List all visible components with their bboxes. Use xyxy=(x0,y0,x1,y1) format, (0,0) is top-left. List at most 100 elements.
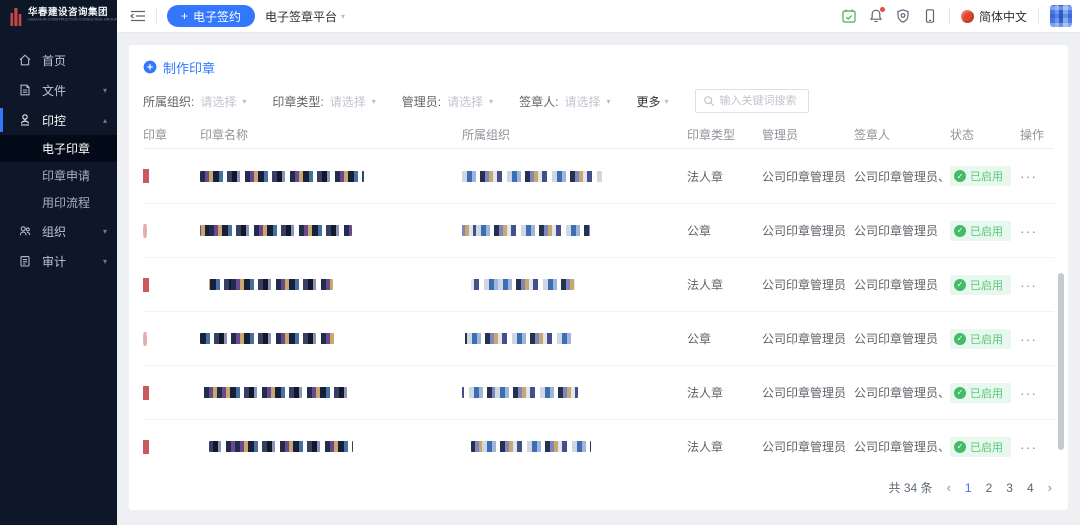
row-actions-button[interactable]: ··· xyxy=(1020,223,1037,239)
vertical-scrollbar[interactable] xyxy=(1058,273,1064,450)
chevron-down-icon: ▾ xyxy=(103,227,107,236)
sidebar-item-organization[interactable]: 组织 ▾ xyxy=(0,216,117,246)
more-filters-button[interactable]: 更多 ▾ xyxy=(637,93,669,110)
redacted-seal-name xyxy=(209,441,353,452)
table-row[interactable]: 公章 公司印章管理员 公司印章管理员 ✓已启用 ··· xyxy=(143,203,1054,257)
seal-type: 法人章 xyxy=(687,168,762,185)
submenu-item-seal-workflow[interactable]: 用印流程 xyxy=(0,189,117,216)
prev-page-icon[interactable]: ‹ xyxy=(947,480,951,495)
page-number-3[interactable]: 3 xyxy=(1006,481,1013,495)
create-seal-button[interactable]: 制作印章 xyxy=(143,57,215,77)
seal-signer: 公司印章管理员 xyxy=(854,276,950,293)
seal-signer: 公司印章管理员 xyxy=(854,222,950,239)
topbar: + 电子签约 电子签章平台 ▾ xyxy=(117,0,1080,33)
filter-seal-type[interactable]: 印章类型: 请选择 ▾ xyxy=(272,93,375,110)
chevron-down-icon: ▾ xyxy=(242,97,246,106)
people-icon xyxy=(18,224,32,238)
page-number-1[interactable]: 1 xyxy=(965,481,972,495)
redacted-seal-name xyxy=(200,333,334,344)
filter-organization[interactable]: 所属组织: 请选择 ▾ xyxy=(143,93,246,110)
page-number-2[interactable]: 2 xyxy=(986,481,993,495)
redacted-organization xyxy=(462,387,578,398)
file-icon xyxy=(18,83,32,97)
seal-signer: 公司印章管理员 xyxy=(854,330,950,347)
bell-icon[interactable] xyxy=(868,8,884,24)
seal-type: 法人章 xyxy=(687,384,762,401)
shield-icon[interactable] xyxy=(895,8,911,24)
redacted-organization xyxy=(462,333,572,344)
sidebar-item-audit[interactable]: 审计 ▾ xyxy=(0,246,117,276)
seal-signer: 公司印章管理员、... xyxy=(854,168,950,185)
sidebar-item-label: 文件 xyxy=(42,82,93,99)
collapse-sidebar-icon[interactable] xyxy=(130,9,146,23)
submenu-item-label: 用印流程 xyxy=(42,194,90,211)
e-sign-button[interactable]: + 电子签约 xyxy=(167,5,255,27)
user-avatar[interactable] xyxy=(1050,5,1072,27)
redacted-seal-name xyxy=(200,171,364,182)
table-row[interactable]: 法人章 公司印章管理员 公司印章管理员、... ✓已启用 ··· xyxy=(143,365,1054,419)
check-icon: ✓ xyxy=(954,333,966,345)
table-row[interactable]: 法人章 公司印章管理员 公司印章管理员 ✓已启用 ··· xyxy=(143,257,1054,311)
seal-image xyxy=(143,169,149,183)
sidebar-item-home[interactable]: 首页 xyxy=(0,45,117,75)
sidebar-item-files[interactable]: 文件 ▾ xyxy=(0,75,117,105)
seal-signer: 公司印章管理员、... xyxy=(854,384,950,401)
seal-image xyxy=(143,386,149,400)
filter-signer[interactable]: 签章人: 请选择 ▾ xyxy=(519,93,610,110)
search-icon xyxy=(703,95,715,107)
submenu-item-seal-application[interactable]: 印章申请 xyxy=(0,162,117,189)
chevron-down-icon: ▾ xyxy=(665,97,669,106)
status-badge: ✓已启用 xyxy=(950,437,1011,457)
redacted-seal-name xyxy=(209,279,333,290)
search-input[interactable] xyxy=(720,95,801,107)
check-icon: ✓ xyxy=(954,279,966,291)
seal-admin: 公司印章管理员 xyxy=(762,438,854,455)
table-row[interactable]: 法人章 公司印章管理员 公司印章管理员、... ✓已启用 ··· xyxy=(143,419,1054,473)
submenu-item-label: 电子印章 xyxy=(42,140,90,157)
brand-subtitle: HUACHUN CONSTRUCTION CONSULTING GROUP xyxy=(28,18,117,22)
chevron-down-icon: ▾ xyxy=(103,257,107,266)
seal-type: 公章 xyxy=(687,330,762,347)
seal-admin: 公司印章管理员 xyxy=(762,276,854,293)
seal-table: 印章 印章名称 所属组织 印章类型 管理员 签章人 状态 操作 xyxy=(143,121,1054,473)
page-number-4[interactable]: 4 xyxy=(1027,481,1034,495)
brand-logo-icon xyxy=(8,6,24,28)
sidebar-item-label: 组织 xyxy=(42,223,93,240)
seal-type: 法人章 xyxy=(687,276,762,293)
sidebar-item-label: 审计 xyxy=(42,253,93,270)
filter-admin[interactable]: 管理员: 请选择 ▾ xyxy=(402,93,493,110)
seal-admin: 公司印章管理员 xyxy=(762,330,854,347)
sidebar-item-label: 印控 xyxy=(42,112,93,129)
row-actions-button[interactable]: ··· xyxy=(1020,439,1037,455)
calendar-check-icon[interactable] xyxy=(841,8,857,24)
next-page-icon[interactable]: › xyxy=(1048,480,1052,495)
table-row[interactable]: 公章 公司印章管理员 公司印章管理员 ✓已启用 ··· xyxy=(143,311,1054,365)
mobile-icon[interactable] xyxy=(922,8,938,24)
filter-bar: 所属组织: 请选择 ▾ 印章类型: 请选择 ▾ 管理员: 请选择 ▾ xyxy=(143,89,1054,113)
sidebar-item-label: 首页 xyxy=(42,52,107,69)
table-row[interactable]: 法人章 公司印章管理员 公司印章管理员、... ✓已启用 ··· xyxy=(143,149,1054,203)
check-icon: ✓ xyxy=(954,170,966,182)
language-switcher[interactable]: 简体中文 xyxy=(961,8,1027,25)
row-actions-button[interactable]: ··· xyxy=(1020,168,1037,184)
sidebar-menu: 首页 文件 ▾ 印控 ▴ 电子印章 xyxy=(0,33,117,276)
platform-select[interactable]: 电子签章平台 ▾ xyxy=(265,8,345,25)
row-actions-button[interactable]: ··· xyxy=(1020,331,1037,347)
clipboard-icon xyxy=(18,254,32,268)
check-icon: ✓ xyxy=(954,441,966,453)
divider xyxy=(949,8,950,24)
submenu-item-electronic-seal[interactable]: 电子印章 xyxy=(0,135,117,162)
row-actions-button[interactable]: ··· xyxy=(1020,277,1037,293)
home-icon xyxy=(18,53,32,67)
check-icon: ✓ xyxy=(954,387,966,399)
redacted-organization xyxy=(462,225,590,236)
main-content: 制作印章 所属组织: 请选择 ▾ 印章类型: 请选择 ▾ 管理员: xyxy=(117,33,1080,525)
sidebar-item-seal-control[interactable]: 印控 ▴ xyxy=(0,105,117,135)
seal-type: 公章 xyxy=(687,222,762,239)
row-actions-button[interactable]: ··· xyxy=(1020,385,1037,401)
redacted-organization xyxy=(471,441,591,452)
plus-icon: + xyxy=(181,9,188,23)
divider xyxy=(1038,8,1039,24)
status-badge: ✓已启用 xyxy=(950,329,1011,349)
chevron-down-icon: ▾ xyxy=(606,97,610,106)
